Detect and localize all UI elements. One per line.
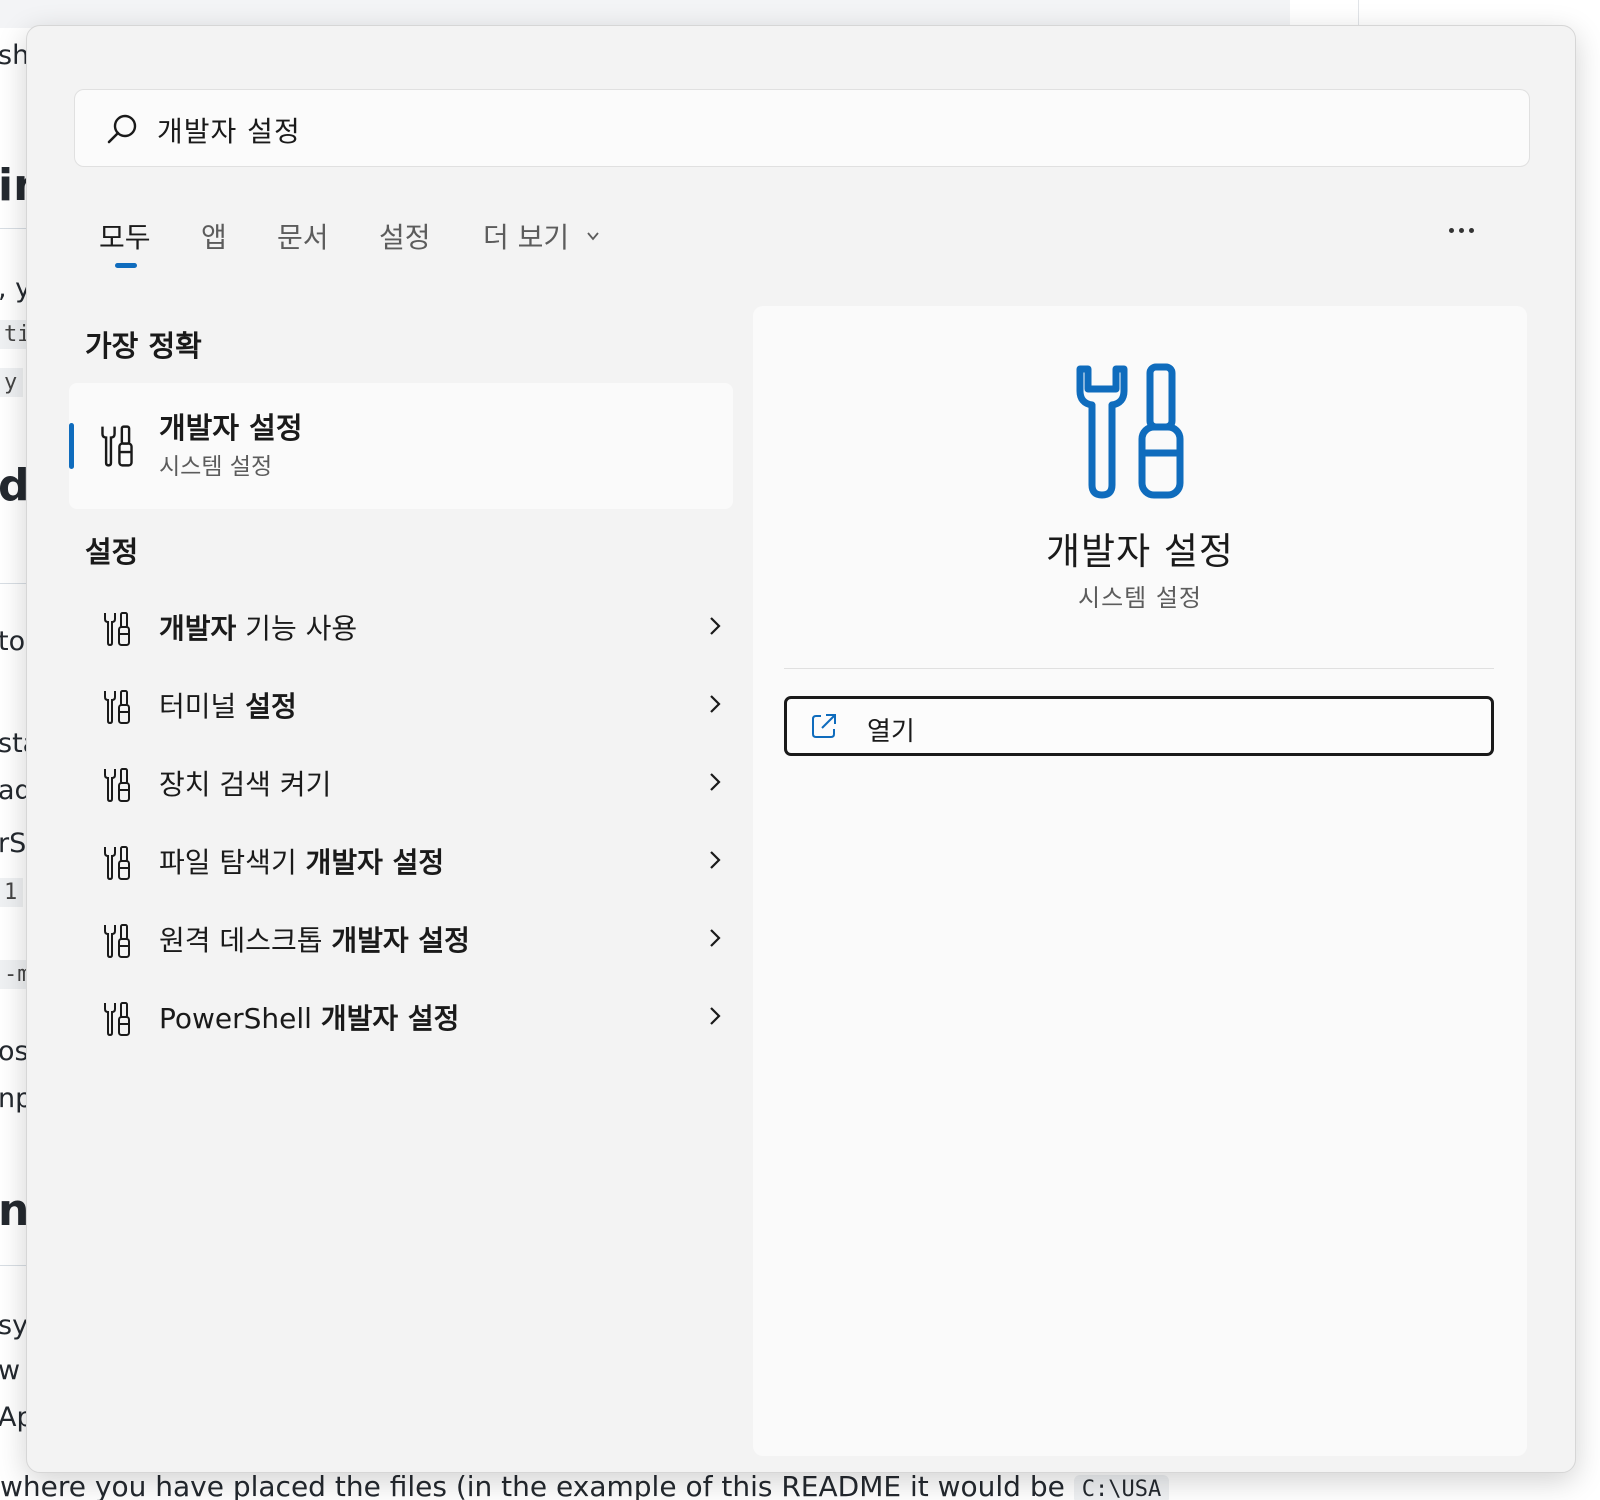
search-icon [107,114,137,144]
developer-tools-icon [104,690,130,725]
detail-subtitle: 시스템 설정 [1077,584,1203,612]
best-match-title: 개발자 설정 [159,411,303,445]
settings-result-item[interactable]: PowerShell 개발자 설정 [69,981,733,1051]
background-bottom-text: where you have placed the files (in the … [0,1470,1065,1500]
tab-more[interactable]: 더 보기 [483,216,600,256]
search-panel: 개발자 설정 모두 앱 문서 설정 더 보기 가장 정확 개발자 설정 시스템 … [26,25,1576,1473]
label-plain: 장치 검색 켜기 [159,768,332,801]
background-bottom-code: C:\USA [1073,1475,1170,1500]
chevron-right-icon [710,695,721,713]
background-text: w [0,1355,21,1386]
label-bold-suffix: 개발자 설정 [320,1002,460,1035]
tab-apps[interactable]: 앱 [201,216,227,256]
label-bold-suffix: 개발자 설정 [331,924,470,957]
background-code: y [0,368,24,397]
background-bottom-line: where you have placed the files (in the … [0,1470,1170,1500]
settings-result-label: 원격 데스크톱 개발자 설정 [159,919,470,959]
open-button[interactable]: 열기 [784,696,1494,756]
tab-label: 모두 [99,221,151,254]
selection-indicator [69,423,74,469]
background-text: sy [0,1310,29,1341]
tab-documents[interactable]: 문서 [277,216,329,256]
more-icon [1469,228,1474,233]
settings-result-item[interactable]: 원격 데스크톱 개발자 설정 [69,903,733,973]
settings-result-label: PowerShell 개발자 설정 [159,997,459,1037]
search-input[interactable]: 개발자 설정 [74,89,1530,167]
chevron-down-icon [587,232,599,241]
label-plain: 원격 데스크톱 [159,924,332,957]
settings-result-label: 파일 탐색기 개발자 설정 [159,841,444,881]
settings-heading: 설정 [85,535,139,569]
background-text: to [0,626,26,657]
developer-tools-icon [104,846,130,881]
tab-label: 문서 [277,221,329,254]
settings-result-item[interactable]: 장치 검색 켜기 [69,747,733,817]
settings-result-label: 개발자 기능 사용 [159,607,357,647]
background-text: rS [0,828,27,859]
tab-label: 설정 [379,221,431,254]
tab-all[interactable]: 모두 [99,216,151,268]
label-bold-prefix: 개발자 [159,612,237,645]
background-topbar [0,0,1290,28]
background-code: 1 [0,878,24,907]
settings-result-label: 장치 검색 켜기 [159,763,331,803]
settings-result-item[interactable]: 개발자 기능 사용 [69,591,733,661]
chevron-right-icon [710,773,721,791]
label-bold-suffix: 개발자 설정 [305,846,445,879]
label-plain: 터미널 [159,690,246,723]
label-plain: 파일 탐색기 [159,846,306,879]
developer-tools-icon [1076,363,1184,499]
chevron-right-icon [710,1007,721,1025]
detail-pane: 개발자 설정 시스템 설정 열기 [753,306,1527,1456]
tab-label: 더 보기 [483,221,570,254]
chevron-right-icon [710,617,721,635]
best-match-heading: 가장 정확 [85,329,202,363]
developer-tools-icon [101,425,133,467]
detail-title: 개발자 설정 [1046,530,1234,573]
label-bold-suffix: 설정 [245,690,297,723]
more-icon [1459,228,1464,233]
background-text: sh [0,40,30,71]
label-plain: PowerShell [159,1002,321,1035]
search-query: 개발자 설정 [157,115,301,148]
detail-divider [784,668,1494,669]
chevron-right-icon [710,851,721,869]
open-button-label: 열기 [867,717,915,747]
label-plain: 기능 사용 [236,612,358,645]
developer-tools-icon [104,612,130,647]
tab-label: 앱 [201,221,227,254]
open-external-icon [812,714,836,738]
settings-result-label: 터미널 설정 [159,685,297,725]
developer-tools-icon [104,768,130,803]
chevron-right-icon [710,929,721,947]
settings-result-item[interactable]: 파일 탐색기 개발자 설정 [69,825,733,895]
developer-tools-icon [104,924,130,959]
tab-settings[interactable]: 설정 [379,216,431,256]
best-match-subtitle: 시스템 설정 [159,454,273,480]
developer-tools-icon [104,1002,130,1037]
best-match-item[interactable]: 개발자 설정 시스템 설정 [69,383,733,509]
more-options-button[interactable] [1445,216,1485,246]
more-icon [1449,228,1454,233]
tab-active-indicator [115,263,137,268]
background-heading: n [0,1185,30,1236]
settings-result-item[interactable]: 터미널 설정 [69,669,733,739]
